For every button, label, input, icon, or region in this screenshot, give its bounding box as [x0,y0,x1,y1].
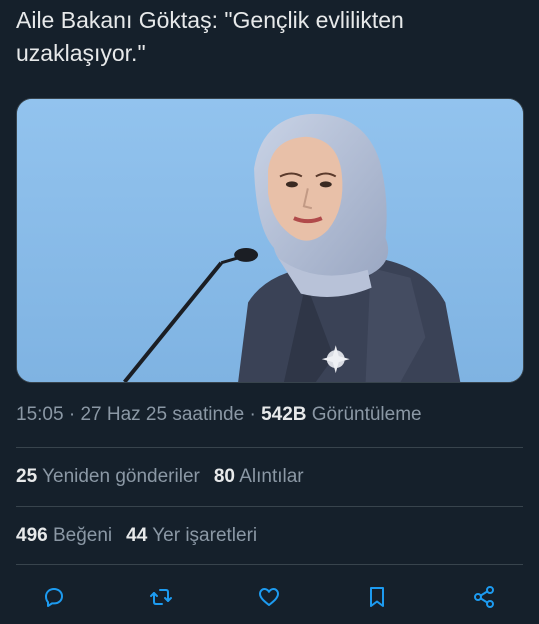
meta-separator: · [63,404,81,425]
like-button[interactable] [252,580,286,614]
photo-illustration [17,99,523,382]
likes-label: Beğeni [52,525,113,546]
divider [16,447,523,448]
reposts-stat[interactable]: 25 Yeniden gönderiler [16,466,200,487]
share-icon [474,586,494,608]
repost-button[interactable] [144,580,178,614]
bookmarks-stat[interactable]: 44 Yer işaretleri [126,525,257,546]
bookmarks-count: 44 [126,525,148,546]
reposts-count: 25 [16,466,38,487]
bookmark-icon [370,587,384,607]
stats-row-reposts: 25 Yeniden gönderiler 80 Alıntılar [16,466,304,488]
tweet-meta: 15:05 · 27 Haz 25 saatinde · 542B Görünt… [16,404,422,426]
heart-icon [259,588,279,606]
divider [16,506,523,507]
views-label: Görüntüleme [311,404,422,425]
reply-button[interactable] [37,580,71,614]
stats-row-likes: 496 Beğeni 44 Yer işaretleri [16,525,257,547]
share-button[interactable] [467,580,501,614]
quotes-label: Alıntılar [239,466,304,487]
views-count: 542B [261,404,307,425]
reply-icon [45,588,63,607]
divider [16,564,523,565]
bookmark-button[interactable] [360,580,394,614]
action-bar [0,574,539,618]
repost-icon [150,589,172,605]
likes-stat[interactable]: 496 Beğeni [16,525,112,546]
tweet-time[interactable]: 15:05 [16,404,64,425]
tweet-detail: Aile Bakanı Göktaş: "Gençlik evlilikten … [0,0,539,624]
quotes-stat[interactable]: 80 Alıntılar [214,466,304,487]
tweet-photo[interactable] [16,98,524,383]
reposts-label: Yeniden gönderiler [42,466,200,487]
tweet-text: Aile Bakanı Göktaş: "Gençlik evlilikten … [16,7,404,66]
bookmarks-label: Yer işaretleri [152,525,258,546]
meta-separator: · [244,404,262,425]
likes-count: 496 [16,525,48,546]
quotes-count: 80 [213,466,235,487]
tweet-date[interactable]: 27 Haz 25 saatinde [80,404,244,425]
